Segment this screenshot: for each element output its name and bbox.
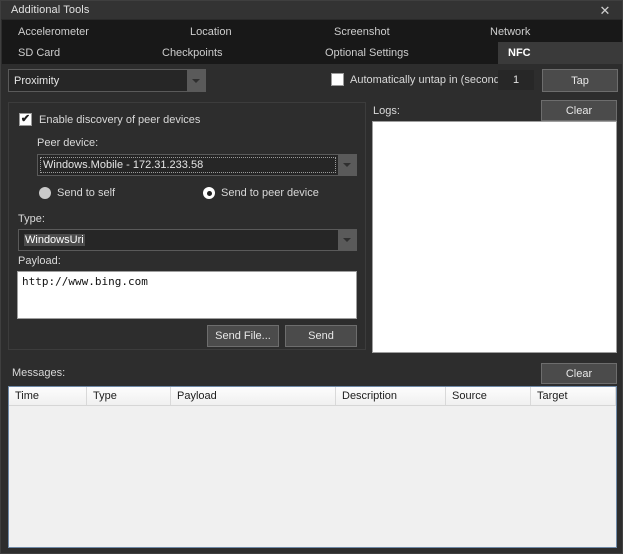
auto-untap-seconds-input[interactable]: 1 [498,70,534,90]
messages-label: Messages: [12,367,66,379]
enable-discovery-checkbox[interactable]: ✔ [19,113,32,126]
auto-untap-group: Automatically untap in (seconds): [331,73,512,86]
radio-icon-on [203,187,215,199]
column-header-description[interactable]: Description [336,387,446,405]
logs-label: Logs: [373,105,400,117]
close-icon[interactable]: ✕ [592,1,618,20]
chevron-down-icon[interactable] [187,70,205,91]
column-header-time[interactable]: Time [9,387,87,405]
send-file-button[interactable]: Send File... [207,325,279,347]
enable-discovery-group: ✔ Enable discovery of peer devices [19,113,200,126]
column-header-target[interactable]: Target [531,387,616,405]
titlebar: Additional Tools ✕ [1,1,622,20]
tab-label: Accelerometer [18,26,89,38]
tap-button[interactable]: Tap [542,69,618,92]
tab-label: SD Card [18,47,61,59]
type-combo[interactable]: WindowsUri [18,229,357,251]
radio-icon-off [39,187,51,199]
type-combo-value: WindowsUri [24,234,85,246]
chevron-down-glyph [343,238,351,242]
tab-label: Network [490,26,531,38]
type-chevron-down-icon[interactable] [338,230,356,250]
toolbar: Proximity Automatically untap in (second… [2,64,622,97]
tab-location[interactable]: Location [180,21,232,43]
messages-table-body[interactable] [9,406,616,547]
radio-send-to-peer-device[interactable]: Send to peer device [203,187,319,199]
peer-device-label: Peer device: [37,137,99,149]
tab-label: Screenshot [334,26,390,38]
logs-clear-button[interactable]: Clear [541,100,617,121]
type-combo-value-wrap: WindowsUri [19,234,338,246]
auto-untap-label: Automatically untap in (seconds): [350,73,513,86]
mode-combo[interactable]: Proximity [8,69,206,92]
column-header-payload[interactable]: Payload [171,387,336,405]
messages-clear-button[interactable]: Clear [541,363,617,384]
tab-network[interactable]: Network [480,21,530,43]
window-title: Additional Tools [11,4,90,16]
tab-label: Checkpoints [162,47,223,59]
check-icon: ✔ [20,113,31,125]
peer-settings-group: ✔ Enable discovery of peer devices Peer … [8,102,366,350]
additional-tools-window: Additional Tools ✕ Accelerometer Location… [0,0,623,554]
tab-label: Location [190,26,232,38]
tab-screenshot[interactable]: Screenshot [324,21,390,43]
radio-send-to-self-label: Send to self [57,187,116,199]
auto-untap-checkbox[interactable] [331,73,344,86]
type-label: Type: [18,213,45,225]
tab-sd-card[interactable]: SD Card [8,42,60,64]
tab-nfc[interactable]: NFC [498,42,622,64]
tab-accelerometer[interactable]: Accelerometer [8,21,89,43]
tab-label: NFC [508,47,531,59]
peer-device-chevron-down-icon[interactable] [338,155,356,175]
payload-label: Payload: [18,255,61,267]
enable-discovery-label: Enable discovery of peer devices [39,113,201,126]
radio-send-to-peer-device-label: Send to peer device [221,187,319,199]
messages-table: Time Type Payload Description Source Target [8,386,617,548]
chevron-down-glyph [343,163,351,167]
tab-checkpoints[interactable]: Checkpoints [152,42,223,64]
send-button[interactable]: Send [285,325,357,347]
column-header-source[interactable]: Source [446,387,531,405]
payload-input[interactable]: http://www.bing.com [17,271,357,319]
chevron-down-glyph [192,78,200,83]
tab-label: Optional Settings [325,47,409,59]
messages-table-header: Time Type Payload Description Source Target [9,387,616,406]
mode-combo-value: Proximity [14,74,60,87]
peer-device-focus-outline [40,157,336,173]
radio-send-to-self[interactable]: Send to self [39,187,115,199]
column-header-type[interactable]: Type [87,387,171,405]
tab-optional-settings[interactable]: Optional Settings [315,42,409,64]
logs-output[interactable] [372,121,617,353]
tab-strip: Accelerometer Location Screenshot Network SD… [2,20,622,64]
